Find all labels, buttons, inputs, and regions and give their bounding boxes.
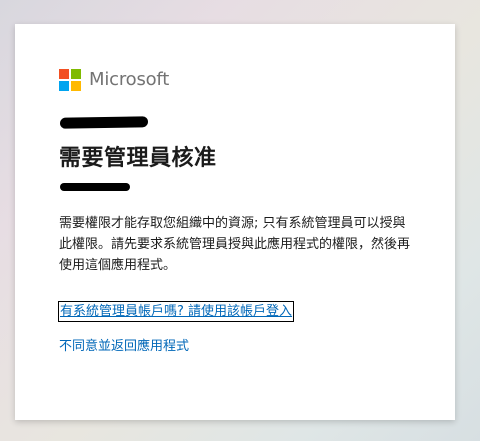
redacted-account-name <box>60 116 148 129</box>
description-text: 需要權限才能存取您組織中的資源; 只有系統管理員可以授與此權限。請先要求系統管理… <box>59 216 411 273</box>
consent-dialog: Microsoft 需要管理員核准 需要權限才能存取您組織中的資源; 只有系統管… <box>15 24 455 420</box>
admin-signin-link[interactable]: 有系統管理員帳戶嗎? 請使用該帳戶登入 <box>58 301 295 322</box>
redacted-app-name <box>60 183 130 191</box>
microsoft-logo-icon <box>59 69 81 91</box>
logo-square-blue <box>59 81 69 91</box>
brand-wordmark: Microsoft <box>89 69 170 90</box>
logo-square-red <box>59 69 69 79</box>
brand-header: Microsoft <box>59 68 411 92</box>
decline-return-link[interactable]: 不同意並返回應用程式 <box>59 337 411 356</box>
logo-square-yellow <box>71 81 81 91</box>
logo-square-green <box>71 69 81 79</box>
page-title: 需要管理員核准 <box>59 146 217 171</box>
